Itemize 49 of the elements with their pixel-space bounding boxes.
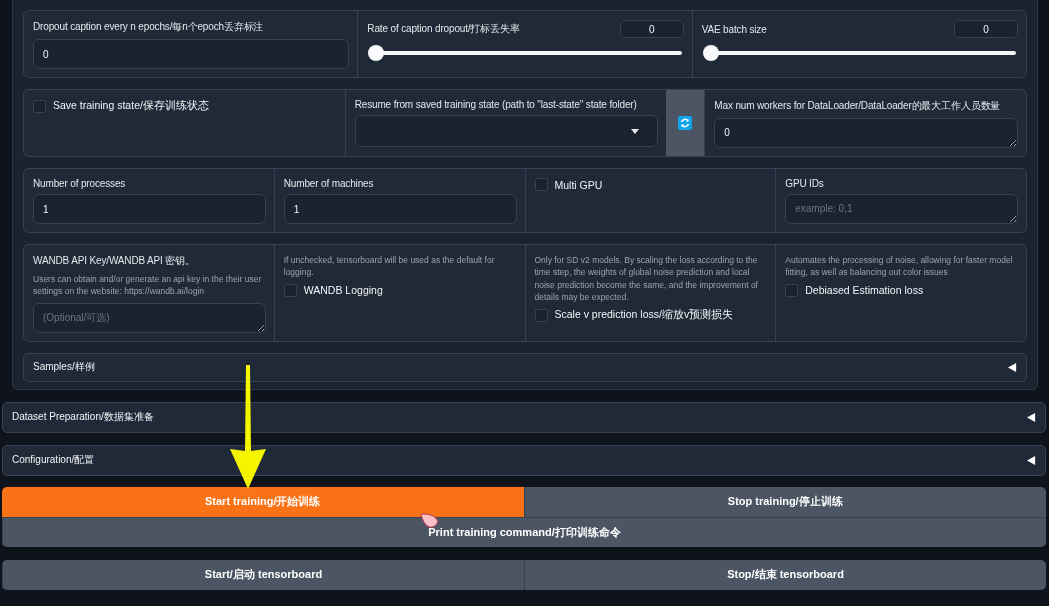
checkbox[interactable] <box>534 308 548 322</box>
checkbox-label: Save training state/保存训练状态 <box>53 99 209 113</box>
action-button[interactable]: Stop training/停止训练 <box>523 486 1046 517</box>
dropdown-label: Resume from saved training state (path to "last-state" state folder) <box>354 99 638 110</box>
refresh-button[interactable] <box>678 116 693 130</box>
number-field[interactable]: 0 <box>33 39 350 69</box>
field-label: Number of machines <box>283 178 375 189</box>
accordion-header[interactable]: Configuration/配置 <box>2 444 1046 476</box>
action-button[interactable]: Start/启动 tensorboard <box>2 559 524 590</box>
dropdown[interactable] <box>354 115 659 147</box>
number-field[interactable]: 0 <box>619 20 684 38</box>
action-button[interactable]: Stop/结束 tensorboard <box>524 559 1046 590</box>
field-label: WANDB API Key/WANDB API 密钥。 <box>33 254 196 268</box>
checkbox-label: Multi GPU <box>554 178 603 191</box>
checkbox-label: WANDB Logging <box>303 284 383 297</box>
accordion-header[interactable]: Dataset Preparation/数据集准备 <box>2 401 1046 433</box>
text-area[interactable]: 0 <box>714 118 1018 148</box>
description-text: If unchecked, tensorboard will be used as the default for logging. <box>283 254 496 279</box>
slider-track[interactable] <box>702 45 1016 61</box>
accordion-header[interactable]: Samples/样例 <box>23 352 1027 382</box>
collapse-icon <box>1027 455 1036 465</box>
text-area[interactable]: example: 0,1 <box>785 194 1018 224</box>
slider-thumb[interactable] <box>702 45 719 61</box>
checkbox[interactable] <box>33 99 46 113</box>
number-field[interactable]: 1 <box>283 194 517 224</box>
field-label: Number of processes <box>33 178 127 189</box>
field-label: Max num workers for DataLoader/DataLoader的最大工作人员数量 <box>714 99 1002 113</box>
checkbox-label: Scale v prediction loss/缩放v预测损失 <box>554 308 734 323</box>
number-field[interactable]: 0 <box>954 20 1018 38</box>
cursor-icon <box>420 513 440 529</box>
checkbox[interactable] <box>534 178 548 191</box>
description-text: Only for SD v2 models. By scaling the loss according to the time step, the weights of global noise prediction and local noise prediction become the same, and the improvement of details may be expected. <box>534 254 759 304</box>
collapse-icon <box>1008 362 1017 372</box>
collapse-icon <box>1027 412 1036 422</box>
description-text: Automates the processing of noise, allowing for faster model fitting, as well as balancing out color issues <box>785 254 1014 279</box>
checkbox[interactable] <box>785 283 799 297</box>
caret-icon <box>631 128 640 134</box>
action-button[interactable]: Print training command/打印训练命令 <box>2 516 1046 547</box>
field-label: Dropout caption every n epochs/每n个epoch丢弃标注 <box>33 20 265 34</box>
slider-thumb[interactable] <box>368 45 385 61</box>
number-field[interactable]: 1 <box>33 194 266 224</box>
checkbox-label: Debiased Estimation loss <box>805 284 924 297</box>
text-area[interactable]: (Optional/可选) <box>33 302 266 333</box>
slider-track[interactable] <box>368 45 682 61</box>
description-text: Users can obtain and/or generate an api key in the their user settings on the website: https://wandb.ai/login <box>33 273 263 298</box>
slider-label: VAE batch size <box>701 23 767 35</box>
field-label: GPU IDs <box>785 178 825 189</box>
slider-label: Rate of caption dropout/打标丢失率 <box>367 22 520 36</box>
checkbox[interactable] <box>283 283 297 297</box>
